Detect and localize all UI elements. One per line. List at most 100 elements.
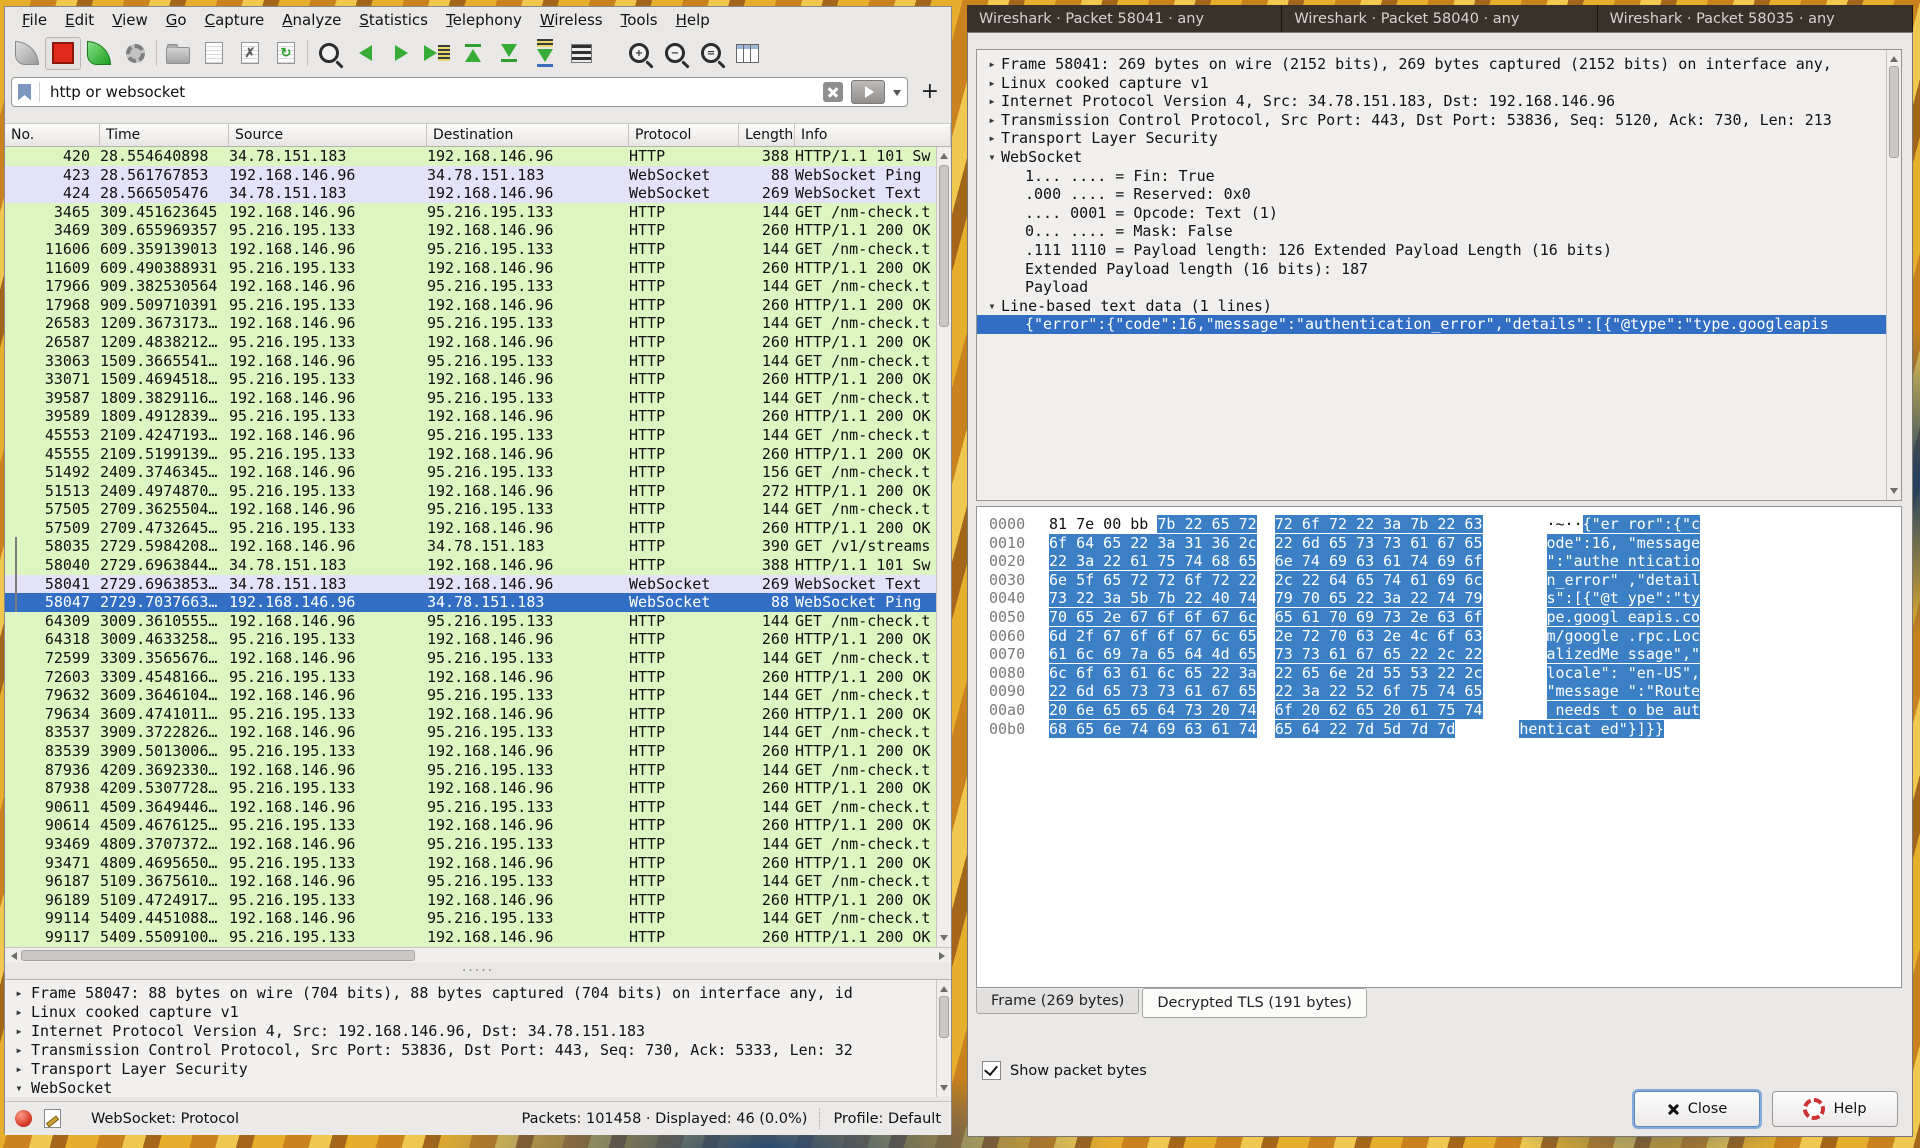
packet-bytes-pane[interactable]: 000081 7e 00 bb 7b 22 65 72 72 6f 72 22 … <box>976 506 1902 988</box>
packet-tree-line[interactable]: ▸Internet Protocol Version 4, Src: 34.78… <box>977 92 1901 111</box>
help-button[interactable]: Help <box>1772 1091 1898 1127</box>
packet-tree-line[interactable]: ▸Frame 58041: 269 bytes on wire (2152 bi… <box>977 55 1901 74</box>
resize-columns-icon[interactable] <box>729 37 765 70</box>
capture-comment-icon[interactable] <box>44 1109 61 1128</box>
filter-bookmark-icon[interactable] <box>18 84 31 101</box>
hex-row[interactable]: 00306e 5f 65 72 72 6f 72 22 2c 22 64 65 … <box>977 571 1901 590</box>
packet-row[interactable]: 330631509.3665541…192.168.146.9695.216.1… <box>5 352 951 371</box>
expander-icon[interactable] <box>983 241 1001 260</box>
hex-row[interactable]: 009022 6d 65 73 73 61 67 65 22 3a 22 52 … <box>977 682 1901 701</box>
filter-dropdown-caret-icon[interactable] <box>893 90 901 100</box>
go-first-packet-icon[interactable] <box>455 37 491 70</box>
filter-clear-icon[interactable] <box>823 82 843 102</box>
expander-icon[interactable] <box>983 167 1001 186</box>
packet-row[interactable]: 580472729.7037663…192.168.146.9634.78.15… <box>5 593 951 612</box>
packet-row[interactable]: 879364209.3692330…192.168.146.9695.216.1… <box>5 761 951 780</box>
detail-vscrollbar[interactable] <box>936 980 951 1097</box>
detail-tree-line[interactable]: ▸Transport Layer Security <box>7 1060 949 1079</box>
window-title-2[interactable]: Wireshark · Packet 58035 · any <box>1598 5 1913 32</box>
packet-row[interactable]: 42028.55464089834.78.151.183192.168.146.… <box>5 147 951 166</box>
display-filter-box[interactable] <box>11 77 908 107</box>
close-file-icon[interactable]: ✗ <box>232 37 268 70</box>
hex-row[interactable]: 00b068 65 6e 74 69 63 61 74 65 64 22 7d … <box>977 720 1901 739</box>
expander-icon[interactable] <box>983 185 1001 204</box>
packet-tree-line[interactable]: .... 0001 = Opcode: Text (1) <box>977 204 1901 223</box>
reload-file-icon[interactable]: ↻ <box>268 37 304 70</box>
restart-capture-icon[interactable] <box>81 37 117 70</box>
packet-row[interactable]: 17966909.382530564192.168.146.9695.216.1… <box>5 277 951 296</box>
expander-icon[interactable]: ▸ <box>7 1041 31 1060</box>
hex-row[interactable]: 00606d 2f 67 6f 6f 67 6c 65 2e 72 70 63 … <box>977 627 1901 646</box>
packet-tree-line[interactable]: 0... .... = Mask: False <box>977 222 1901 241</box>
go-forward-icon[interactable] <box>383 37 419 70</box>
packet-row[interactable]: 906114509.3649446…192.168.146.9695.216.1… <box>5 798 951 817</box>
expander-icon[interactable] <box>983 222 1001 241</box>
expander-icon[interactable] <box>983 204 1001 223</box>
hex-row[interactable]: 002022 3a 22 61 75 74 68 65 6e 74 69 63 … <box>977 552 1901 571</box>
hex-row[interactable]: 000081 7e 00 bb 7b 22 65 72 72 6f 72 22 … <box>977 515 1901 534</box>
expander-icon[interactable] <box>983 315 1001 334</box>
packet-row[interactable]: 514922409.3746345…192.168.146.9695.216.1… <box>5 463 951 482</box>
expander-icon[interactable]: ▸ <box>7 1060 31 1079</box>
save-file-icon[interactable] <box>196 37 232 70</box>
detail-tree-line[interactable]: ▾WebSocket <box>7 1079 949 1097</box>
packet-row[interactable]: 395871809.3829116…192.168.146.9695.216.1… <box>5 389 951 408</box>
packet-row[interactable]: 835373909.3722826…192.168.146.9695.216.1… <box>5 723 951 742</box>
packet-tree-line[interactable]: ▸Transport Layer Security <box>977 129 1901 148</box>
packet-row[interactable]: 575052709.3625504…192.168.146.9695.216.1… <box>5 500 951 519</box>
packet-row[interactable]: 580412729.6963853…34.78.151.183192.168.1… <box>5 575 951 594</box>
menu-analyze[interactable]: Analyze <box>273 9 350 31</box>
stop-capture-icon[interactable] <box>45 37 81 70</box>
window-title-1[interactable]: Wireshark · Packet 58040 · any <box>1282 5 1597 32</box>
packet-row[interactable]: 580402729.6963844…34.78.151.183192.168.1… <box>5 556 951 575</box>
menu-tools[interactable]: Tools <box>612 9 667 31</box>
menu-view[interactable]: View <box>103 9 157 31</box>
detail-tree-line[interactable]: ▸Transmission Control Protocol, Src Port… <box>7 1041 949 1060</box>
packet-tree-line[interactable]: Extended Payload length (16 bits): 187 <box>977 260 1901 279</box>
packet-row[interactable]: 961895109.4724917…95.216.195.133192.168.… <box>5 891 951 910</box>
packet-row[interactable]: 934714809.4695650…95.216.195.133192.168.… <box>5 854 951 873</box>
packet-row[interactable]: 835393909.5013006…95.216.195.133192.168.… <box>5 742 951 761</box>
expander-icon[interactable] <box>983 260 1001 279</box>
packet-row[interactable]: 3469309.65596935795.216.195.133192.168.1… <box>5 221 951 240</box>
expander-icon[interactable]: ▾ <box>983 297 1001 316</box>
menu-edit[interactable]: Edit <box>56 9 103 31</box>
column-header-no[interactable]: No. <box>5 124 100 146</box>
hex-row[interactable]: 004073 22 3a 5b 7b 22 40 74 79 70 65 22 … <box>977 589 1901 608</box>
column-header-info[interactable]: Info <box>795 124 951 146</box>
filter-add-button[interactable]: + <box>915 82 945 102</box>
menu-statistics[interactable]: Statistics <box>350 9 437 31</box>
expander-icon[interactable]: ▾ <box>7 1079 31 1097</box>
expander-icon[interactable]: ▸ <box>983 92 1001 111</box>
packet-row[interactable]: 330711509.4694518…95.216.195.133192.168.… <box>5 370 951 389</box>
packet-tree-line[interactable]: {"error":{"code":16,"message":"authentic… <box>977 315 1901 334</box>
hex-row[interactable]: 00106f 64 65 22 3a 31 36 2c 22 6d 65 73 … <box>977 534 1901 553</box>
detail-tree-line[interactable]: ▸Internet Protocol Version 4, Src: 192.1… <box>7 1022 949 1041</box>
packet-row[interactable]: 395891809.4912839…95.216.195.133192.168.… <box>5 407 951 426</box>
column-header-destination[interactable]: Destination <box>427 124 629 146</box>
capture-options-icon[interactable] <box>117 37 153 70</box>
tab-frame[interactable]: Frame (269 bytes) <box>976 989 1139 1014</box>
packet-list-vscrollbar[interactable] <box>936 147 951 947</box>
packet-row[interactable]: 455552109.5199139…95.216.195.133192.168.… <box>5 445 951 464</box>
packet-row[interactable]: 991175409.5509100…95.216.195.133192.168.… <box>5 928 951 947</box>
packet-row[interactable]: 991145409.4451088…192.168.146.9695.216.1… <box>5 909 951 928</box>
zoom-out-icon[interactable]: − <box>657 37 693 70</box>
colorize-icon[interactable] <box>563 37 599 70</box>
expander-icon[interactable] <box>983 278 1001 297</box>
packet-row[interactable]: 265831209.3673173…192.168.146.9695.216.1… <box>5 314 951 333</box>
packet-row[interactable]: 934694809.3707372…192.168.146.9695.216.1… <box>5 835 951 854</box>
packet-row[interactable]: 575092709.4732645…95.216.195.133192.168.… <box>5 519 951 538</box>
packet-tree-line[interactable]: 1... .... = Fin: True <box>977 167 1901 186</box>
packet-tree-line[interactable]: ▾WebSocket <box>977 148 1901 167</box>
column-header-length[interactable]: Length <box>739 124 795 146</box>
packet-row[interactable]: 643183009.4633258…95.216.195.133192.168.… <box>5 630 951 649</box>
expander-icon[interactable]: ▸ <box>7 1003 31 1022</box>
packet-tree-line[interactable]: ▸Linux cooked capture v1 <box>977 74 1901 93</box>
expander-icon[interactable]: ▾ <box>983 148 1001 167</box>
packet-row[interactable]: 726033309.4548166…95.216.195.133192.168.… <box>5 668 951 687</box>
menu-wireless[interactable]: Wireless <box>531 9 612 31</box>
go-last-packet-icon[interactable] <box>491 37 527 70</box>
go-back-icon[interactable] <box>347 37 383 70</box>
packet-row[interactable]: 11609609.49038893195.216.195.133192.168.… <box>5 259 951 278</box>
